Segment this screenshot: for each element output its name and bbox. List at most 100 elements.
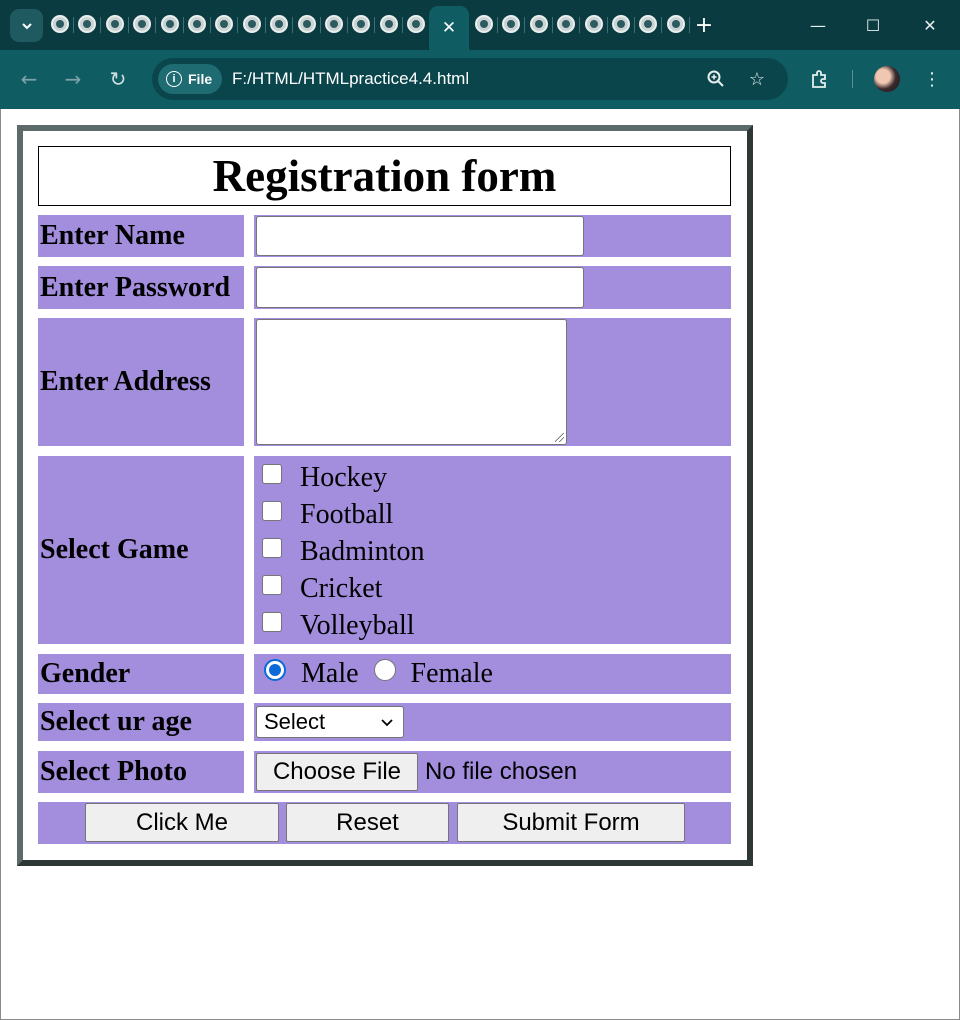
tab-favicon-icon[interactable] — [133, 15, 152, 33]
tab-favicon-icon[interactable] — [502, 15, 521, 33]
registration-form: Registration form Enter Name Enter Passw… — [17, 125, 753, 866]
tab-separator — [127, 17, 129, 33]
male-radio[interactable] — [264, 659, 286, 681]
age-select[interactable]: Select — [256, 706, 404, 738]
tab-strip — [46, 0, 696, 50]
back-icon[interactable]: ← — [14, 64, 44, 94]
toolbar-divider — [852, 70, 853, 88]
window-close-button[interactable]: ✕ — [910, 10, 950, 40]
tab-favicon-icon[interactable] — [666, 15, 685, 33]
address-cell — [254, 318, 731, 446]
tab-favicon-icon[interactable] — [242, 15, 261, 33]
tab-separator — [210, 17, 211, 33]
tab-favicon-icon[interactable] — [529, 15, 548, 33]
close-icon[interactable]: ✕ — [442, 18, 456, 38]
tab-separator — [661, 17, 663, 33]
url-text[interactable]: F:/HTML/HTMLpractice4.4.html — [232, 69, 469, 89]
tab-favicon-icon[interactable] — [379, 15, 398, 33]
avatar[interactable] — [874, 66, 900, 92]
submit-button[interactable]: Submit Form — [457, 803, 685, 842]
name-cell — [254, 215, 731, 257]
hockey-checkbox[interactable] — [262, 463, 282, 484]
info-icon: i — [166, 71, 182, 87]
tab-favicon-icon[interactable] — [51, 15, 69, 33]
tab-favicon-icon[interactable] — [78, 15, 97, 33]
photo-label: Select Photo — [38, 751, 244, 793]
reset-button[interactable]: Reset — [286, 803, 449, 842]
address-textarea[interactable] — [256, 319, 567, 445]
password-label-text: Enter Password — [40, 271, 231, 303]
checkbox-label: Hockey — [300, 461, 388, 493]
tab-separator — [73, 17, 74, 33]
maximize-button[interactable]: ☐ — [853, 10, 893, 40]
tab-separator — [155, 17, 157, 33]
tab-favicon-icon[interactable] — [584, 15, 603, 33]
password-cell — [254, 266, 731, 309]
active-tab[interactable]: ✕ — [429, 6, 469, 50]
tab-separator — [524, 17, 526, 33]
address-label-text: Enter Address — [40, 366, 211, 397]
game-option-badminton[interactable]: Badminton — [262, 533, 424, 570]
tab-favicon-icon[interactable] — [557, 15, 576, 33]
volleyball-checkbox[interactable] — [262, 611, 282, 632]
game-option-football[interactable]: Football — [262, 496, 393, 533]
tab-search-icon[interactable] — [10, 9, 43, 42]
tab-bar: ✕ + — ☐ ✕ — [0, 0, 960, 50]
female-radio[interactable] — [373, 659, 396, 681]
tab-favicon-icon[interactable] — [160, 15, 179, 33]
game-cell: Hockey Football Badminton Cricket Volley… — [254, 456, 731, 644]
game-label-text: Select Game — [40, 534, 189, 565]
tab-favicon-icon[interactable] — [270, 15, 289, 33]
zoom-icon[interactable] — [704, 67, 728, 91]
tab-separator — [606, 17, 608, 33]
gender-label: Gender — [38, 654, 244, 694]
age-select-value: Select — [264, 709, 326, 734]
choose-file-button[interactable]: Choose File — [256, 753, 418, 791]
star-icon[interactable]: ☆ — [745, 67, 769, 91]
age-label: Select ur age — [38, 703, 244, 741]
name-field[interactable] — [256, 216, 584, 256]
tab-separator — [292, 17, 294, 33]
name-label: Enter Name — [38, 215, 244, 257]
tab-separator — [319, 17, 321, 33]
age-cell: Select — [254, 703, 731, 741]
tab-separator — [264, 17, 266, 33]
forward-icon[interactable]: → — [58, 64, 88, 94]
tab-favicon-icon[interactable] — [475, 15, 493, 33]
tab-favicon-icon[interactable] — [639, 15, 658, 33]
photo-label-text: Select Photo — [40, 756, 187, 787]
tab-separator — [347, 17, 348, 33]
tab-favicon-icon[interactable] — [105, 15, 124, 33]
tab-favicon-icon[interactable] — [188, 15, 206, 33]
tab-favicon-icon[interactable] — [297, 15, 316, 33]
minimize-button[interactable]: — — [798, 10, 838, 40]
name-label-text: Enter Name — [40, 220, 185, 251]
password-field[interactable] — [256, 267, 584, 308]
file-status: No file chosen — [425, 758, 578, 785]
game-option-hockey[interactable]: Hockey — [262, 459, 387, 496]
gender-cell: Male Female — [254, 654, 731, 694]
football-checkbox[interactable] — [262, 500, 282, 521]
site-info-chip[interactable]: i File — [158, 64, 223, 94]
menu-icon[interactable]: ⋮ — [918, 65, 946, 93]
address-bar[interactable]: i File F:/HTML/HTMLpractice4.4.html ☆ — [152, 58, 788, 100]
tab-favicon-icon[interactable] — [215, 15, 234, 33]
tab-separator — [579, 17, 581, 33]
tab-separator — [551, 17, 553, 33]
cricket-checkbox[interactable] — [262, 574, 282, 595]
badminton-checkbox[interactable] — [262, 537, 282, 558]
game-option-cricket[interactable]: Cricket — [262, 570, 382, 607]
checkbox-label: Football — [300, 498, 394, 530]
extensions-icon[interactable] — [806, 65, 834, 93]
game-option-volleyball[interactable]: Volleyball — [262, 607, 415, 644]
new-tab-button[interactable]: + — [690, 11, 718, 39]
buttons-cell: Click Me Reset Submit Form — [38, 802, 731, 844]
tab-favicon-icon[interactable] — [352, 15, 371, 33]
tab-favicon-icon[interactable] — [325, 15, 343, 33]
tab-favicon-icon[interactable] — [612, 15, 630, 33]
reload-icon[interactable]: ↻ — [103, 64, 133, 94]
click-me-button[interactable]: Click Me — [85, 803, 279, 842]
resize-handle[interactable] — [555, 433, 564, 442]
tab-separator — [374, 17, 376, 33]
tab-favicon-icon[interactable] — [407, 15, 426, 33]
